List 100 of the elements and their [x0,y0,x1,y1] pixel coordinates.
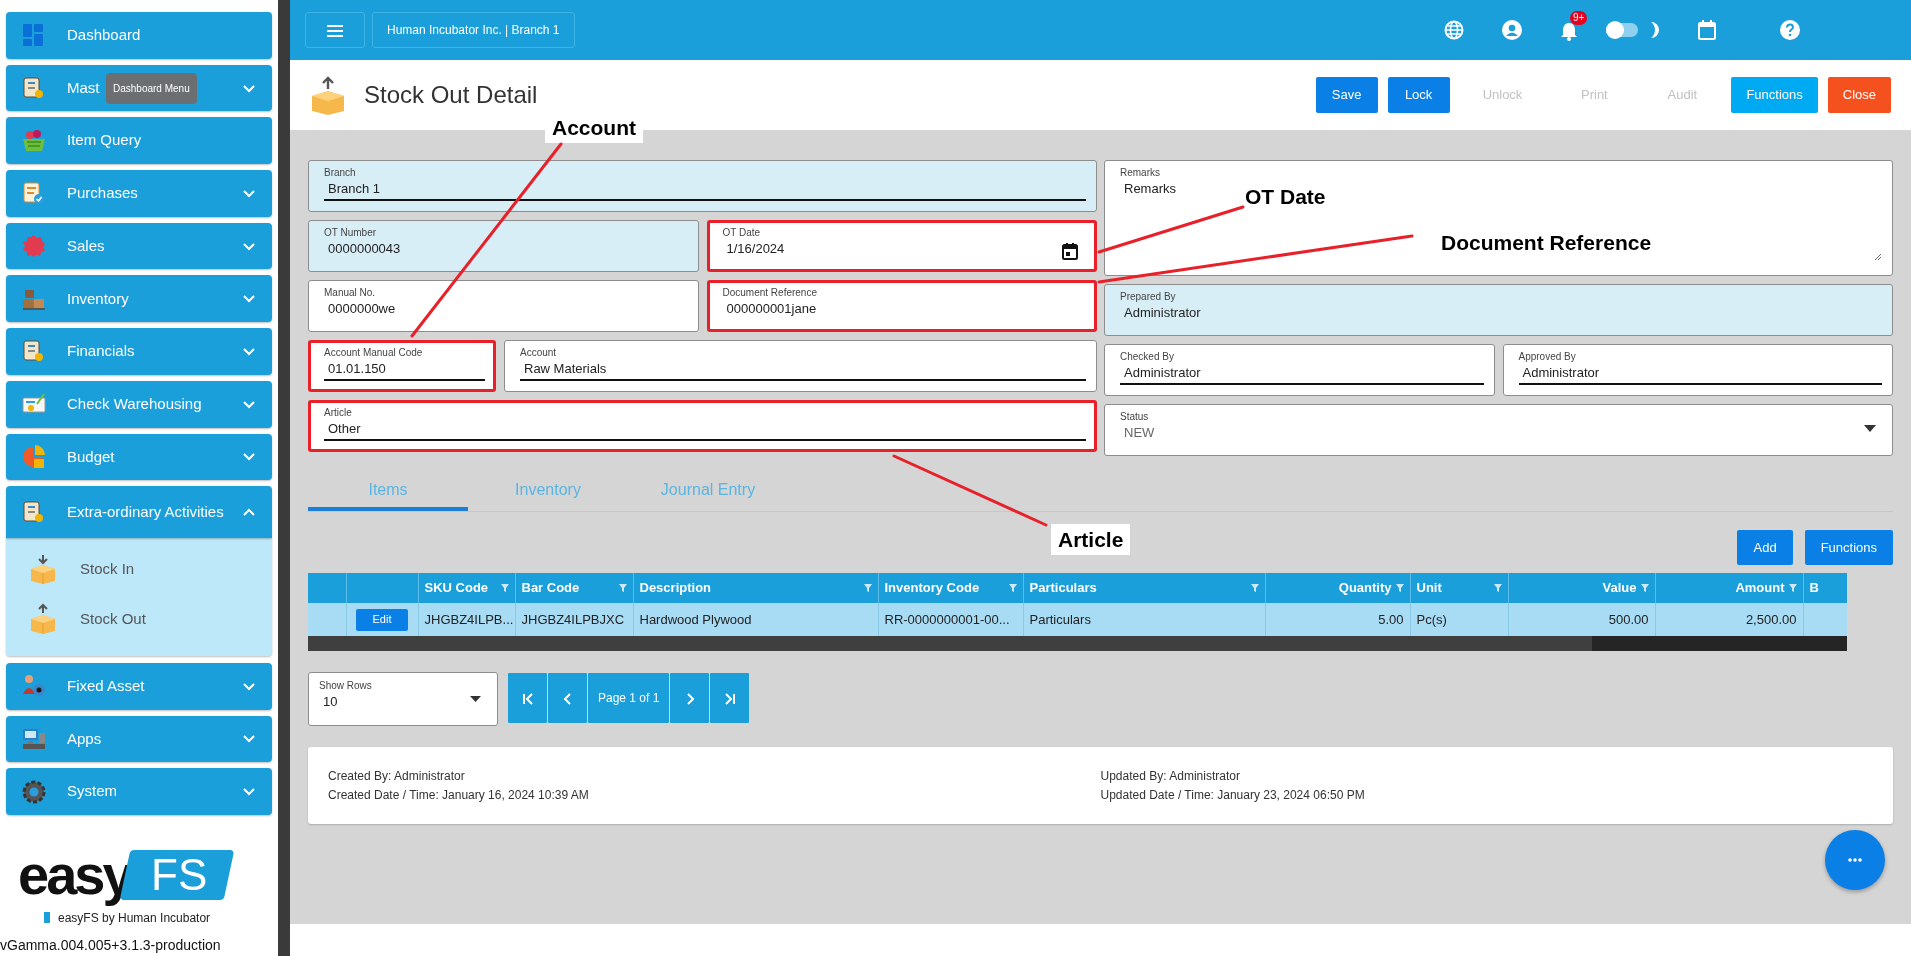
column-header[interactable]: SKU Code [418,573,515,603]
table-cell: RR-0000000001-00... [878,603,1023,636]
input-field[interactable]: Prepared By Administrator [1104,284,1893,336]
filter-icon[interactable] [1788,584,1797,592]
table-cell: JHGBZ4ILPB... [418,603,515,636]
tab[interactable]: Journal Entry [628,473,788,511]
input-field[interactable]: Checked By Administrator [1104,344,1495,396]
dark-mode-toggle[interactable] [1606,23,1638,37]
column-header[interactable]: Unit [1410,573,1508,603]
toolbar-button[interactable]: Close [1827,77,1891,113]
column-header[interactable]: Quantity [1265,573,1410,603]
submenu-item[interactable]: Stock Out [28,593,272,644]
bell-icon[interactable] [1560,20,1578,41]
sidebar-item[interactable]: Item Query [6,117,272,165]
submenu-item[interactable]: Stock In [28,543,272,594]
field-label: OT Number [324,226,378,239]
table-cell: 2,500.00 [1655,603,1803,636]
sidebar-item[interactable]: Inventory [6,275,272,323]
help-icon[interactable] [1780,20,1800,40]
basket-icon [22,128,46,153]
box-arrow-icon [28,602,58,635]
sidebar-item[interactable]: Mast Dashboard Menu [6,64,272,112]
field-label: Document Reference [722,286,818,299]
tab[interactable]: Inventory [468,473,628,511]
sidebar-item[interactable]: Purchases [6,170,272,217]
column-header[interactable]: Inventory Code [878,573,1023,603]
table-cell: Particulars [1023,603,1265,636]
audit-text: Updated By: Administrator [1100,768,1241,785]
sidebar-item[interactable]: Check Warehousing [6,380,272,428]
sidebar-item[interactable]: Dashboard [6,12,272,59]
grid-button[interactable]: Add [1737,530,1793,565]
input-field[interactable]: Status NEW [1104,404,1893,456]
column-header[interactable]: Value [1508,573,1655,603]
calendar-icon[interactable] [1062,243,1078,260]
filter-icon[interactable] [618,584,627,592]
table-cell: Pc(s) [1410,603,1508,636]
grid-icon [22,23,46,48]
company-button[interactable]: Human Incubator Inc. | Branch 1 [372,12,575,48]
tab[interactable]: Items [308,473,468,511]
input-field[interactable]: Article Other [308,400,1097,452]
user-icon[interactable] [1502,20,1522,40]
input-field[interactable]: Manual No. 0000000we [308,280,699,332]
column-header[interactable]: Amount [1655,573,1803,603]
input-field[interactable]: Document Reference 000000001jane [706,280,1097,332]
filter-icon[interactable] [1640,584,1649,592]
input-field[interactable]: Branch Branch 1 [308,160,1097,212]
sidebar-item[interactable]: Financials [6,328,272,375]
filter-icon[interactable] [1395,584,1404,592]
caret-icon[interactable] [1864,425,1876,432]
menu-button[interactable] [305,12,365,48]
caret-icon[interactable] [470,696,481,702]
last-page-button[interactable] [710,673,750,723]
filter-icon[interactable] [1250,584,1259,592]
sidebar-item[interactable]: Budget [6,433,272,481]
toolbar-button[interactable]: Save [1315,77,1378,113]
field-label: OT Date [722,226,762,239]
computer-icon [22,726,46,751]
field-label: Article [324,406,353,419]
sidebar-item[interactable]: Fixed Asset [6,662,272,710]
scrollbar-thumb[interactable] [1592,636,1847,651]
table-cell: 500.00 [1508,603,1655,636]
globe-icon[interactable] [1444,20,1464,40]
input-field[interactable]: Account Raw Materials [504,340,1097,392]
input-field[interactable]: OT Date 1/16/2024 [706,220,1097,272]
filter-icon[interactable] [863,584,872,592]
first-page-button[interactable] [508,673,547,723]
sidebar-item[interactable]: System [6,768,272,815]
callout-label: Article [1051,524,1131,556]
input-field[interactable]: OT Number 0000000043 [308,220,699,272]
input-field[interactable]: Approved By Administrator [1502,344,1893,396]
horizontal-scrollbar[interactable] [308,636,1847,651]
input-field[interactable]: Account Manual Code 01.01.150 [308,340,496,392]
sidebar-item[interactable]: Apps [6,715,272,763]
last-page-icon [723,692,736,705]
field-label: Show Rows [319,679,373,692]
field-label: Account [520,346,558,359]
more-button[interactable] [1825,830,1885,890]
callout-label: Document Reference [1440,230,1653,256]
field-label: Approved By [1518,350,1577,363]
toolbar-button[interactable]: Functions [1731,77,1818,113]
first-page-icon [521,692,534,705]
column-header[interactable]: Description [633,573,878,603]
notification-badge: 9+ [1570,11,1588,25]
grid-button[interactable]: Functions [1804,530,1893,565]
column-header[interactable]: B [1803,573,1847,603]
filter-icon[interactable] [1008,584,1017,592]
box-arrow-icon [28,552,58,585]
next-page-button[interactable] [670,673,710,723]
more-icon [1848,858,1862,862]
sidebar-item[interactable]: Extra-ordinary Activities [6,486,272,538]
column-header[interactable]: Bar Code [515,573,633,603]
filter-icon[interactable] [500,584,509,592]
column-header[interactable]: Particulars [1023,573,1265,603]
filter-icon[interactable] [1493,584,1502,592]
edit-button[interactable]: Edit [356,608,408,631]
table-cell: JHGBZ4ILPBJXC [515,603,633,636]
toolbar-button[interactable]: Lock [1387,77,1450,113]
field-label: Manual No. [324,286,377,299]
sidebar-item[interactable]: Sales [6,222,272,270]
rows-select[interactable]: Show Rows 10 [308,672,498,726]
